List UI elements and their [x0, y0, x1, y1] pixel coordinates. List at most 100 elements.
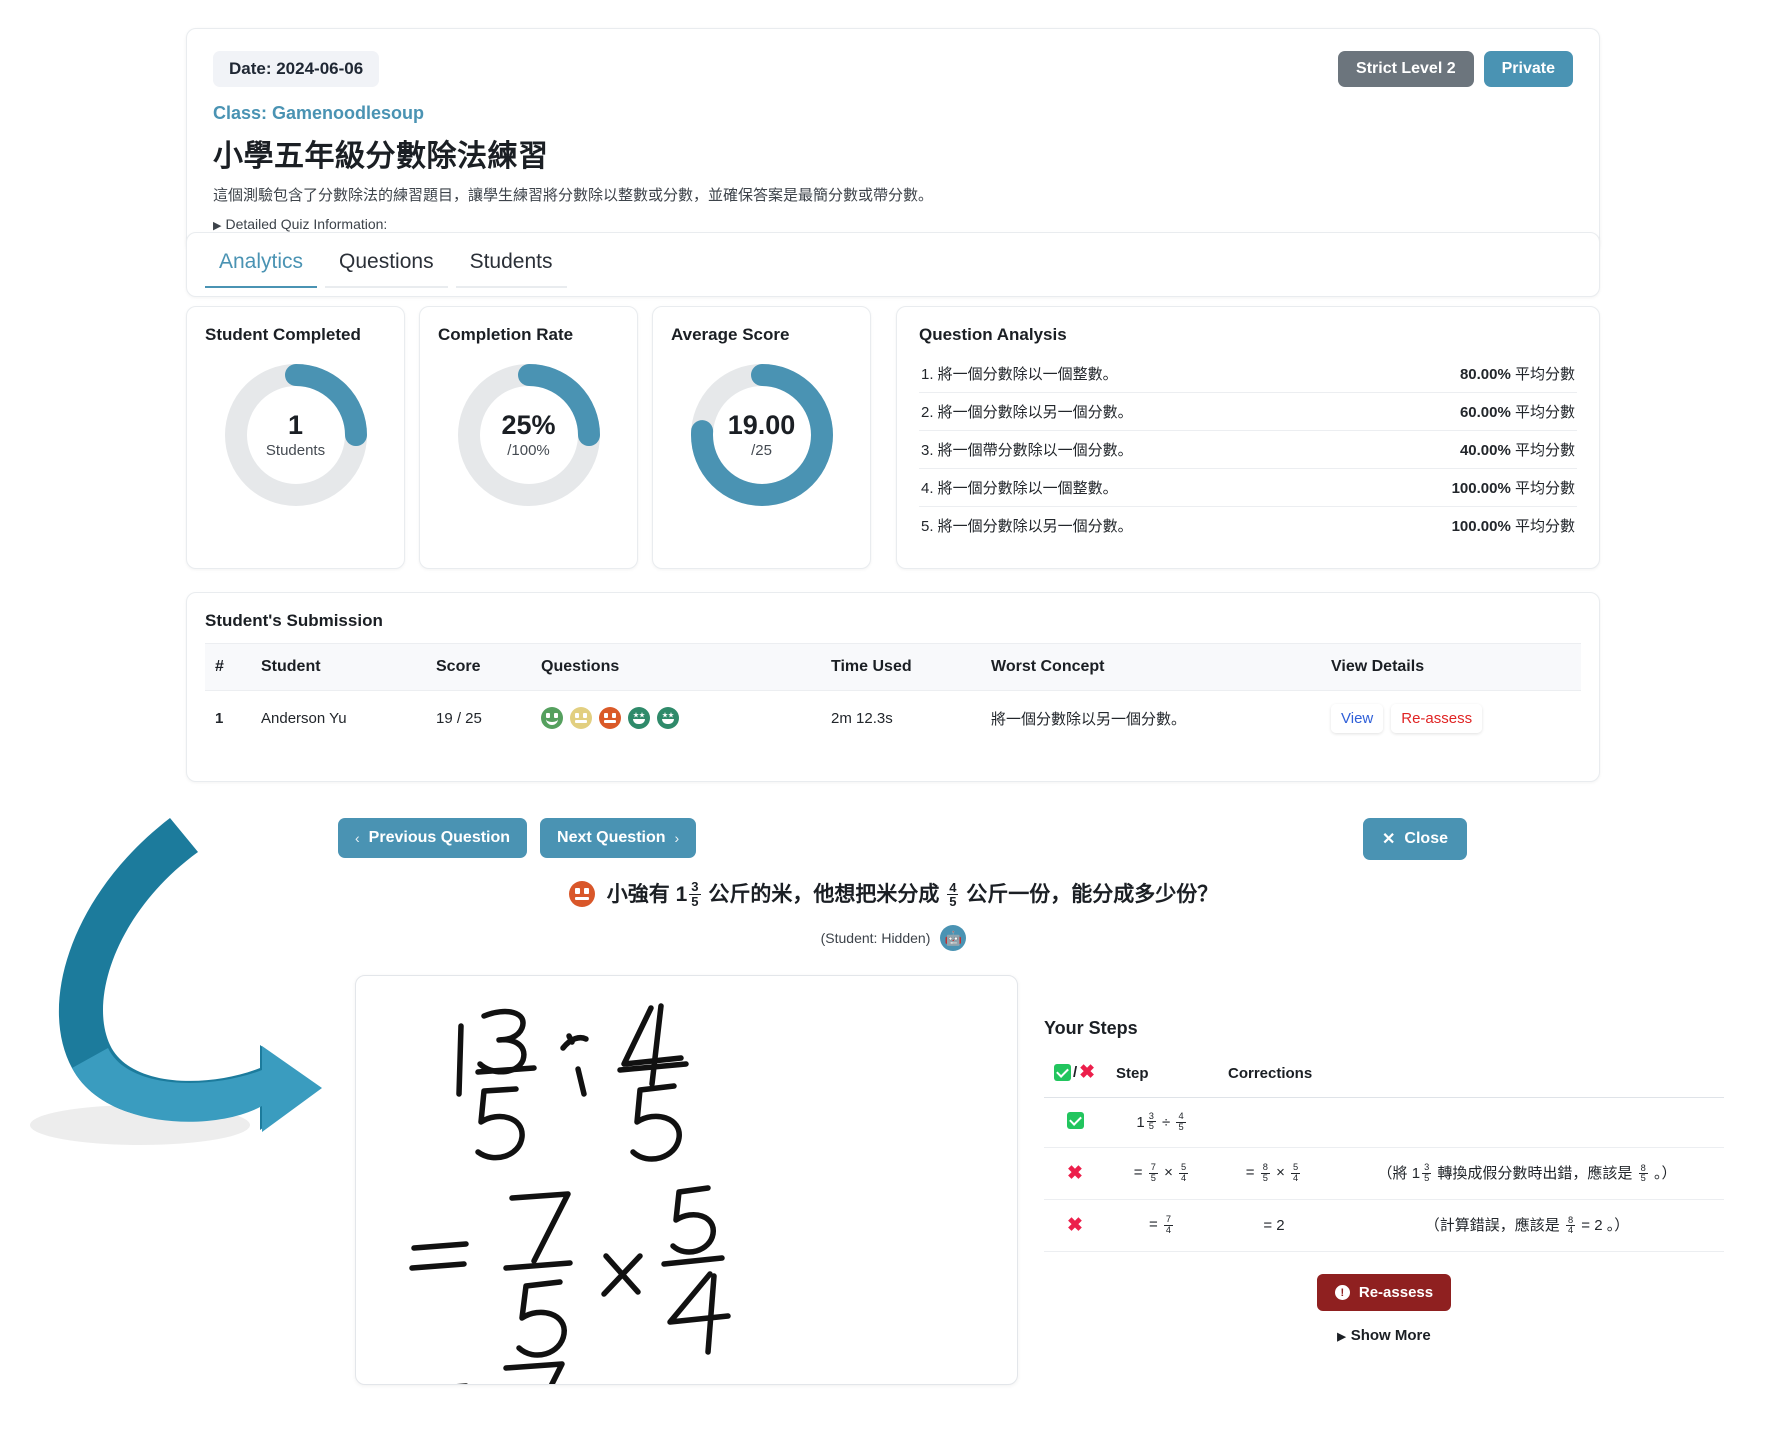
donut-chart-average-score: 19.00 /25 [686, 359, 838, 511]
fraction: 85 [1261, 1163, 1270, 1184]
student-submission-card: Student's Submission # Student Score Que… [186, 592, 1600, 782]
row-number: 1 [215, 710, 223, 727]
fraction: 45 [1176, 1112, 1185, 1133]
check-green-icon [1067, 1112, 1084, 1129]
donut-wrap: 1 Students [205, 359, 386, 511]
numerator: 7 [1149, 1163, 1158, 1174]
question-label: 4. 將一個分數除以一個整數。 [921, 477, 1118, 498]
tab-students[interactable]: Students [456, 242, 567, 288]
student-submission-title: Student's Submission [205, 611, 1581, 631]
app-page: Date: 2024-06-06 Strict Level 2 Private … [0, 0, 1787, 1445]
cell-questions [531, 691, 821, 746]
question-text: 小強有 135 公斤的米，他想把米分成 45 公斤一份，能分成多少份？ [607, 878, 1219, 910]
question-analysis-title: Question Analysis [919, 325, 1577, 345]
show-more-toggle[interactable]: ▶Show More [1337, 1327, 1430, 1344]
percent-suffix: 平均分數 [1515, 366, 1575, 383]
show-more-label: Show More [1351, 1327, 1431, 1344]
step-note: （將 135 轉換成假分數時出錯，應該是 85 。） [1330, 1148, 1724, 1200]
question-analysis-row: 3. 將一個帶分數除以一個分數。 40.00% 平均分數 [919, 431, 1577, 469]
view-button[interactable]: View [1331, 704, 1383, 733]
step-expression: 135 ÷ 45 [1106, 1098, 1218, 1148]
stat-card-student-completed: Student Completed 1 Students [186, 306, 405, 569]
step-row: ✖ = 75 × 54 = 85 × 54 （將 135 轉換成假分數時出錯，應… [1044, 1148, 1724, 1200]
question-navigation: ‹ Previous Question Next Question › [338, 818, 696, 858]
percent-value: 80.00% [1460, 366, 1511, 383]
donut-wrap: 19.00 /25 [671, 359, 852, 511]
next-question-label: Next Question [557, 829, 665, 847]
table-row[interactable]: 1 Anderson Yu 19 / 25 2m 12.3s 將一個分數除 [205, 691, 1581, 746]
tab-analytics[interactable]: Analytics [205, 242, 317, 288]
detailed-quiz-information-toggle[interactable]: ▶ Detailed Quiz Information: [213, 216, 1573, 232]
fraction: 84 [1566, 1216, 1575, 1237]
th-score: Score [426, 644, 531, 691]
denominator: 5 [1149, 1174, 1158, 1184]
denominator: 5 [1422, 1174, 1431, 1184]
quiz-badges: Strict Level 2 Private [1338, 51, 1573, 87]
reassess-wrap: ! Re-assess [1044, 1274, 1724, 1311]
donut-center: 1 Students [220, 359, 372, 511]
th-time-used: Time Used [821, 644, 981, 691]
previous-question-button[interactable]: ‹ Previous Question [338, 818, 527, 858]
question-percent: 100.00% 平均分數 [1452, 477, 1575, 498]
step-expression: = 74 [1106, 1200, 1218, 1252]
denominator: 5 [689, 895, 700, 909]
tab-questions[interactable]: Questions [325, 242, 448, 288]
quiz-description: 這個測驗包含了分數除法的練習題目，讓學生練習將分數除以整數或分數，並確保答案是最… [213, 184, 1573, 205]
numerator: 5 [1291, 1163, 1300, 1174]
steps-table: / ✖ Step Corrections 135 ÷ 45 [1044, 1053, 1724, 1252]
numerator: 7 [1164, 1215, 1173, 1226]
th-step: Step [1106, 1053, 1218, 1098]
question-percent: 40.00% 平均分數 [1460, 439, 1575, 460]
handwriting-canvas[interactable] [355, 975, 1018, 1385]
th-view-details: View Details [1321, 644, 1581, 691]
stat-title: Student Completed [205, 325, 386, 345]
note-part-3: 。） [1654, 1165, 1677, 1182]
your-steps-panel: Your Steps / ✖ Step Corrections [1044, 1018, 1724, 1344]
donut-center: 25% /100% [453, 359, 605, 511]
step-row: ✖ = 74 = 2 （計算錯誤，應該是 84 = 2 。） [1044, 1200, 1724, 1252]
percent-value: 100.00% [1452, 518, 1511, 535]
donut-wrap: 25% /100% [438, 359, 619, 511]
stat-sub: /25 [751, 442, 772, 459]
percent-suffix: 平均分數 [1515, 442, 1575, 459]
step-row: 135 ÷ 45 [1044, 1098, 1724, 1148]
note-part-1: （將 [1378, 1165, 1408, 1182]
step-correction: = 2 [1218, 1200, 1330, 1252]
numerator: 8 [1261, 1163, 1270, 1174]
numerator: 5 [1179, 1163, 1188, 1174]
denominator: 5 [1261, 1174, 1270, 1184]
mixed-whole: 1 [1136, 1114, 1144, 1131]
reassess-label: Re-assess [1359, 1284, 1433, 1301]
cell-index: 1 [205, 691, 251, 746]
question-analysis-list: 1. 將一個分數除以一個整數。 80.00% 平均分數 2. 將一個分數除以另一… [919, 355, 1577, 544]
previous-question-label: Previous Question [369, 829, 510, 847]
face-star-eyes-green-icon [628, 707, 650, 729]
quiz-header-card: Date: 2024-06-06 Strict Level 2 Private … [186, 28, 1600, 253]
denominator: 4 [1164, 1226, 1173, 1236]
reassess-button[interactable]: ! Re-assess [1317, 1274, 1451, 1311]
cell-time-used: 2m 12.3s [821, 691, 981, 746]
detail-toggle-label: Detailed Quiz Information: [225, 216, 387, 232]
question-percent: 100.00% 平均分數 [1452, 515, 1575, 536]
next-question-button[interactable]: Next Question › [540, 818, 696, 858]
question-percent: 60.00% 平均分數 [1460, 401, 1575, 422]
cell-score: 19 / 25 [426, 691, 531, 746]
class-link[interactable]: Class: Gamenoodlesoup [213, 103, 1573, 124]
close-button[interactable]: ✕ Close [1363, 818, 1467, 860]
question-part-1: 小強有 [607, 883, 670, 906]
quiz-date-chip: Date: 2024-06-06 [213, 51, 379, 87]
fraction: 35 [689, 880, 700, 908]
stat-value: 1 [288, 411, 303, 441]
question-analysis-card: Question Analysis 1. 將一個分數除以一個整數。 80.00%… [896, 306, 1600, 569]
th-index: # [205, 644, 251, 691]
triangle-right-icon: ▶ [213, 220, 221, 232]
cross-red-icon: ✖ [1067, 1163, 1083, 1184]
face-smile-green-icon [541, 707, 563, 729]
row-reassess-button[interactable]: Re-assess [1391, 704, 1482, 733]
strict-level-badge: Strict Level 2 [1338, 51, 1474, 87]
close-label: Close [1404, 830, 1448, 848]
robot-icon[interactable]: 🤖 [940, 925, 966, 951]
step-mark: ✖ [1044, 1148, 1106, 1200]
stat-sub: Students [266, 442, 325, 459]
fraction: 54 [1291, 1163, 1300, 1184]
